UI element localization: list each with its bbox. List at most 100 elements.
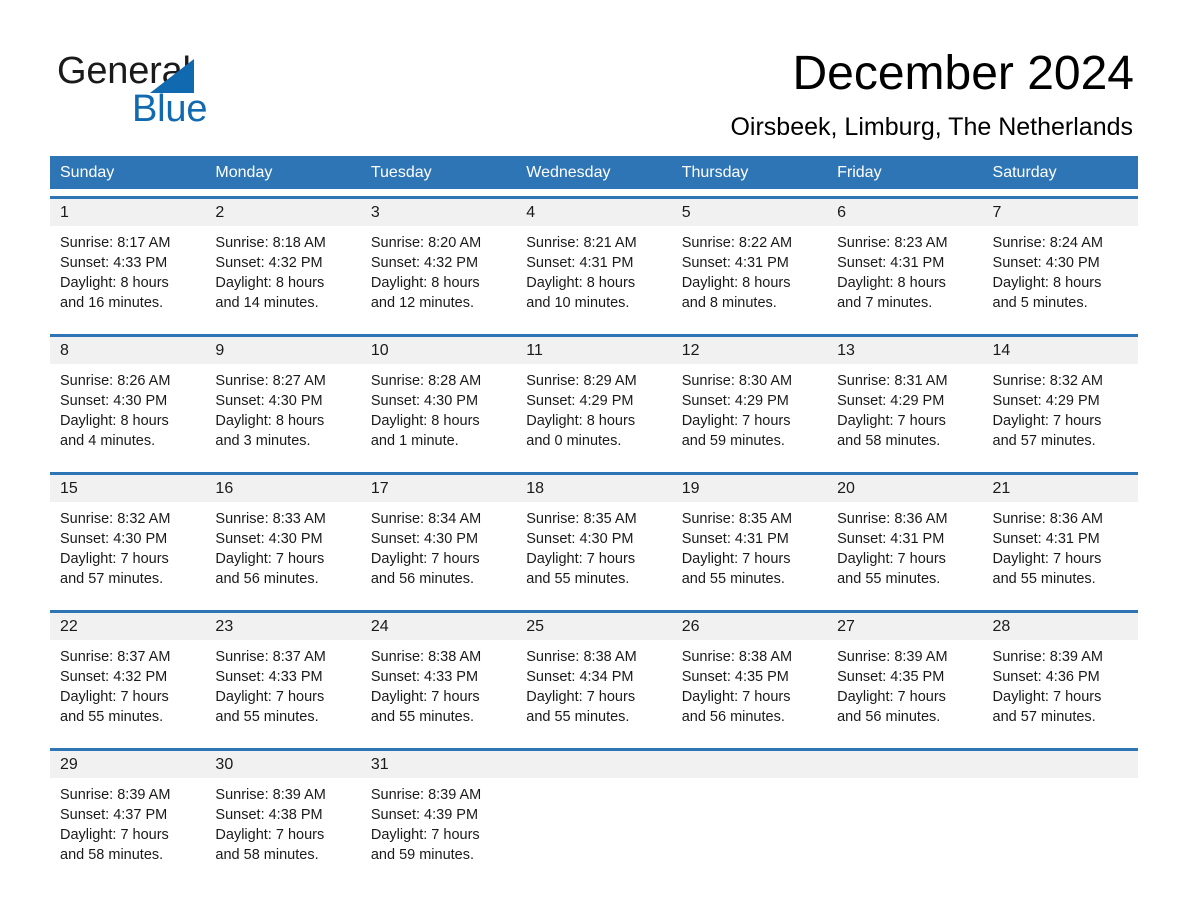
day-cell[interactable]: Sunrise: 8:17 AM Sunset: 4:33 PM Dayligh…: [50, 226, 205, 327]
day-cell[interactable]: Sunrise: 8:39 AM Sunset: 4:36 PM Dayligh…: [983, 640, 1138, 741]
day-cell[interactable]: Sunrise: 8:39 AM Sunset: 4:37 PM Dayligh…: [50, 778, 205, 879]
day-cell[interactable]: Sunrise: 8:27 AM Sunset: 4:30 PM Dayligh…: [205, 364, 360, 465]
day-number[interactable]: 11: [516, 337, 671, 364]
day-cell[interactable]: Sunrise: 8:32 AM Sunset: 4:30 PM Dayligh…: [50, 502, 205, 603]
sunrise-text: Sunrise: 8:31 AM: [837, 373, 948, 389]
day-cell-empty: [983, 778, 1138, 879]
sunset-text: Sunset: 4:33 PM: [370, 669, 479, 685]
day-number[interactable]: 19: [672, 475, 827, 502]
day-number[interactable]: 3: [361, 199, 516, 226]
day-number[interactable]: 29: [50, 751, 205, 778]
daylight-text-line1: Daylight: 7 hours: [681, 551, 791, 567]
daylight-text-line1: Daylight: 7 hours: [837, 689, 946, 705]
day-cell[interactable]: Sunrise: 8:24 AM Sunset: 4:30 PM Dayligh…: [983, 226, 1138, 327]
day-cell[interactable]: Sunrise: 8:20 AM Sunset: 4:32 PM Dayligh…: [361, 226, 516, 327]
daylight-text-line2: and 56 minutes.: [215, 571, 319, 587]
day-number[interactable]: 17: [361, 475, 516, 502]
sunset-text: Sunset: 4:29 PM: [526, 393, 634, 409]
day-cell[interactable]: Sunrise: 8:30 AM Sunset: 4:29 PM Dayligh…: [672, 364, 827, 465]
day-cell[interactable]: Sunrise: 8:38 AM Sunset: 4:34 PM Dayligh…: [516, 640, 671, 741]
day-number[interactable]: 9: [205, 337, 360, 364]
day-cell[interactable]: Sunrise: 8:29 AM Sunset: 4:29 PM Dayligh…: [516, 364, 671, 465]
daylight-text-line1: Daylight: 7 hours: [60, 827, 169, 843]
day-cell[interactable]: Sunrise: 8:37 AM Sunset: 4:33 PM Dayligh…: [205, 640, 360, 741]
day-cell[interactable]: Sunrise: 8:33 AM Sunset: 4:30 PM Dayligh…: [205, 502, 360, 603]
day-cell[interactable]: Sunrise: 8:39 AM Sunset: 4:39 PM Dayligh…: [361, 778, 516, 879]
day-number[interactable]: 22: [50, 613, 205, 640]
day-cell[interactable]: Sunrise: 8:35 AM Sunset: 4:30 PM Dayligh…: [516, 502, 671, 603]
week-detail-band: Sunrise: 8:37 AM Sunset: 4:32 PM Dayligh…: [50, 640, 1138, 741]
week-daynumber-band: 8 9 10 11 12 13 14: [50, 337, 1138, 364]
day-cell[interactable]: Sunrise: 8:21 AM Sunset: 4:31 PM Dayligh…: [516, 226, 671, 327]
day-number[interactable]: 8: [50, 337, 205, 364]
weekday-header-tuesday: Tuesday: [370, 164, 432, 181]
day-number[interactable]: 1: [50, 199, 205, 226]
weekday-header-friday: Friday: [837, 164, 882, 181]
day-number[interactable]: 15: [50, 475, 205, 502]
day-number[interactable]: 28: [983, 613, 1138, 640]
day-cell[interactable]: Sunrise: 8:34 AM Sunset: 4:30 PM Dayligh…: [361, 502, 516, 603]
day-number[interactable]: 6: [827, 199, 982, 226]
daylight-text-line2: and 8 minutes.: [681, 295, 777, 311]
day-cell[interactable]: Sunrise: 8:36 AM Sunset: 4:31 PM Dayligh…: [983, 502, 1138, 603]
day-number[interactable]: 25: [516, 613, 671, 640]
calendar-week-row: 8 9 10 11 12 13 14 Sunrise: 8:26 AM Suns…: [50, 334, 1138, 465]
sunrise-text: Sunrise: 8:22 AM: [681, 235, 793, 251]
daylight-text-line1: Daylight: 7 hours: [370, 551, 480, 567]
sunset-text: Sunset: 4:31 PM: [992, 531, 1100, 547]
day-cell[interactable]: Sunrise: 8:18 AM Sunset: 4:32 PM Dayligh…: [205, 226, 360, 327]
day-number[interactable]: 4: [516, 199, 671, 226]
day-number[interactable]: 16: [205, 475, 360, 502]
day-number[interactable]: 7: [983, 199, 1138, 226]
sunrise-text: Sunrise: 8:38 AM: [526, 649, 637, 665]
day-number[interactable]: 30: [205, 751, 360, 778]
sunrise-text: Sunrise: 8:39 AM: [992, 649, 1103, 665]
day-cell[interactable]: Sunrise: 8:28 AM Sunset: 4:30 PM Dayligh…: [361, 364, 516, 465]
day-cell[interactable]: Sunrise: 8:37 AM Sunset: 4:32 PM Dayligh…: [50, 640, 205, 741]
day-number[interactable]: 21: [983, 475, 1138, 502]
day-cell[interactable]: Sunrise: 8:39 AM Sunset: 4:38 PM Dayligh…: [205, 778, 360, 879]
day-number[interactable]: 20: [827, 475, 982, 502]
weekday-header-wednesday: Wednesday: [526, 164, 611, 181]
day-number[interactable]: 31: [361, 751, 516, 778]
day-number[interactable]: 5: [672, 199, 827, 226]
sunset-text: Sunset: 4:31 PM: [681, 531, 789, 547]
day-number[interactable]: 13: [827, 337, 982, 364]
day-cell[interactable]: Sunrise: 8:26 AM Sunset: 4:30 PM Dayligh…: [50, 364, 205, 465]
daylight-text-line2: and 58 minutes.: [60, 847, 164, 863]
day-cell[interactable]: Sunrise: 8:32 AM Sunset: 4:29 PM Dayligh…: [983, 364, 1138, 465]
day-cell[interactable]: Sunrise: 8:35 AM Sunset: 4:31 PM Dayligh…: [672, 502, 827, 603]
day-number[interactable]: 27: [827, 613, 982, 640]
page-subtitle-location: Oirsbeek, Limburg, The Netherlands: [730, 113, 1133, 141]
day-number[interactable]: 23: [205, 613, 360, 640]
sunrise-text: Sunrise: 8:23 AM: [837, 235, 948, 251]
sunset-text: Sunset: 4:29 PM: [681, 393, 789, 409]
day-number[interactable]: 10: [361, 337, 516, 364]
daylight-text-line1: Daylight: 7 hours: [526, 551, 636, 567]
day-cell[interactable]: Sunrise: 8:23 AM Sunset: 4:31 PM Dayligh…: [827, 226, 982, 327]
sunset-text: Sunset: 4:33 PM: [215, 669, 323, 685]
day-number[interactable]: 12: [672, 337, 827, 364]
day-cell[interactable]: Sunrise: 8:38 AM Sunset: 4:35 PM Dayligh…: [672, 640, 827, 741]
week-detail-band: Sunrise: 8:32 AM Sunset: 4:30 PM Dayligh…: [50, 502, 1138, 603]
daylight-text-line2: and 56 minutes.: [370, 571, 475, 587]
day-number[interactable]: 14: [983, 337, 1138, 364]
day-cell[interactable]: Sunrise: 8:22 AM Sunset: 4:31 PM Dayligh…: [672, 226, 827, 327]
daylight-text-line1: Daylight: 7 hours: [215, 827, 325, 843]
week-daynumber-band: 1 2 3 4 5 6 7: [50, 199, 1138, 226]
day-cell[interactable]: Sunrise: 8:36 AM Sunset: 4:31 PM Dayligh…: [827, 502, 982, 603]
day-number[interactable]: 24: [361, 613, 516, 640]
day-cell[interactable]: Sunrise: 8:39 AM Sunset: 4:35 PM Dayligh…: [827, 640, 982, 741]
day-cell[interactable]: Sunrise: 8:38 AM Sunset: 4:33 PM Dayligh…: [361, 640, 516, 741]
sunset-text: Sunset: 4:30 PM: [370, 393, 479, 409]
sunrise-text: Sunrise: 8:32 AM: [992, 373, 1103, 389]
sunset-text: Sunset: 4:31 PM: [837, 255, 945, 271]
day-number[interactable]: 18: [516, 475, 671, 502]
day-cell[interactable]: Sunrise: 8:31 AM Sunset: 4:29 PM Dayligh…: [827, 364, 982, 465]
sunrise-text: Sunrise: 8:28 AM: [370, 373, 482, 389]
day-number[interactable]: 26: [672, 613, 827, 640]
daylight-text-line1: Daylight: 8 hours: [215, 275, 325, 291]
daylight-text-line2: and 12 minutes.: [370, 295, 475, 311]
day-number[interactable]: 2: [205, 199, 360, 226]
general-blue-logo: General Blue: [57, 52, 307, 132]
